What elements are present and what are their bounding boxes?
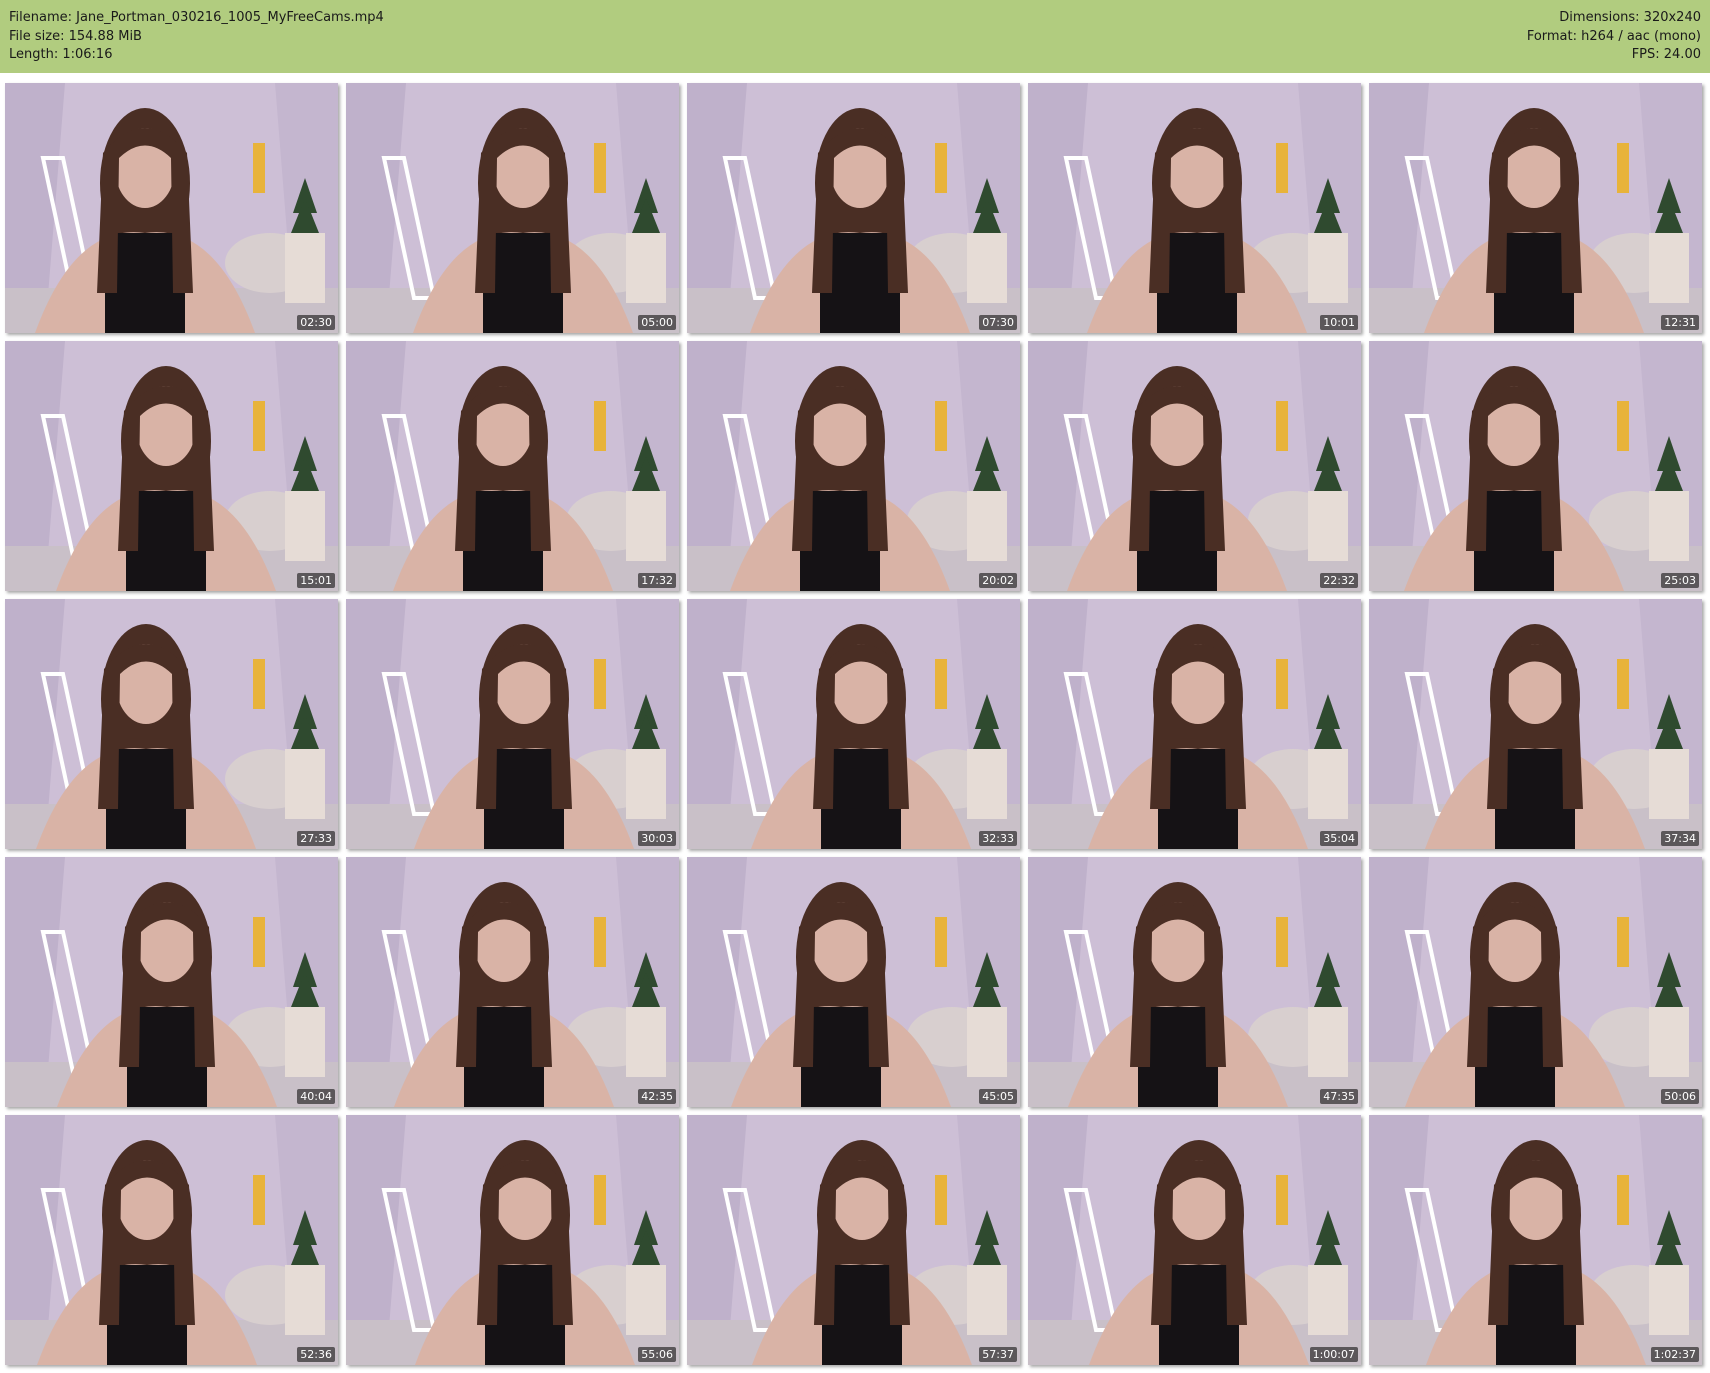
frame-image	[1028, 599, 1361, 849]
video-thumbnail[interactable]: 52:36	[5, 1115, 338, 1365]
dimensions-text: Dimensions: 320x240	[1559, 10, 1701, 25]
frame-image	[687, 341, 1020, 591]
stream-info: Dimensions: 320x240 Format: h264 / aac (…	[1527, 9, 1701, 65]
timestamp-label: 52:36	[297, 1347, 335, 1362]
frame-image	[1028, 857, 1361, 1107]
timestamp-label: 57:37	[979, 1347, 1017, 1362]
video-thumbnail[interactable]: 07:30	[687, 83, 1020, 333]
frame-image	[687, 83, 1020, 333]
timestamp-label: 17:32	[638, 573, 676, 588]
video-thumbnail[interactable]: 45:05	[687, 857, 1020, 1107]
video-thumbnail[interactable]: 35:04	[1028, 599, 1361, 849]
timestamp-label: 40:04	[297, 1089, 335, 1104]
video-thumbnail[interactable]: 22:32	[1028, 341, 1361, 591]
video-thumbnail[interactable]: 37:34	[1369, 599, 1702, 849]
timestamp-label: 45:05	[979, 1089, 1017, 1104]
frame-image	[1028, 341, 1361, 591]
timestamp-label: 30:03	[638, 831, 676, 846]
format-text: Format: h264 / aac (mono)	[1526, 28, 1701, 44]
timestamp-label: 12:31	[1661, 315, 1699, 330]
frame-image	[687, 1115, 1020, 1365]
frame-image	[1369, 341, 1702, 591]
frame-image	[1028, 83, 1361, 333]
frame-image	[346, 599, 679, 849]
timestamp-label: 1:00:07	[1309, 1347, 1358, 1362]
frame-image	[5, 341, 338, 591]
video-thumbnail[interactable]: 1:02:37	[1369, 1115, 1702, 1365]
frame-image	[1028, 1115, 1361, 1365]
frame-image	[1369, 599, 1702, 849]
timestamp-label: 05:00	[638, 315, 676, 330]
timestamp-label: 55:06	[638, 1347, 676, 1362]
frame-image	[5, 857, 338, 1107]
video-thumbnail[interactable]: 25:03	[1369, 341, 1702, 591]
timestamp-label: 32:33	[979, 831, 1017, 846]
timestamp-label: 37:34	[1661, 831, 1699, 846]
timestamp-label: 15:01	[297, 573, 335, 588]
video-thumbnail[interactable]: 15:01	[5, 341, 338, 591]
timestamp-label: 10:01	[1320, 315, 1358, 330]
timestamp-label: 42:35	[638, 1089, 676, 1104]
timestamp-label: 1:02:37	[1650, 1347, 1699, 1362]
timestamp-label: 35:04	[1320, 831, 1358, 846]
video-thumbnail[interactable]: 10:01	[1028, 83, 1361, 333]
video-thumbnail[interactable]: 42:35	[346, 857, 679, 1107]
video-thumbnail[interactable]: 47:35	[1028, 857, 1361, 1107]
frame-image	[5, 599, 338, 849]
info-header: Filename: Jane_Portman_030216_1005_MyFre…	[0, 0, 1710, 73]
video-thumbnail[interactable]: 1:00:07	[1028, 1115, 1361, 1365]
frame-image	[346, 341, 679, 591]
video-thumbnail[interactable]: 32:33	[687, 599, 1020, 849]
video-thumbnail[interactable]: 27:33	[5, 599, 338, 849]
file-info: Filename: Jane_Portman_030216_1005_MyFre…	[9, 9, 384, 65]
frame-image	[1369, 1115, 1702, 1365]
frame-image	[1369, 83, 1702, 333]
timestamp-label: 50:06	[1661, 1089, 1699, 1104]
timestamp-label: 02:30	[297, 315, 335, 330]
frame-image	[687, 599, 1020, 849]
timestamp-label: 47:35	[1320, 1089, 1358, 1104]
video-thumbnail[interactable]: 55:06	[346, 1115, 679, 1365]
video-thumbnail[interactable]: 20:02	[687, 341, 1020, 591]
video-thumbnail[interactable]: 40:04	[5, 857, 338, 1107]
video-thumbnail[interactable]: 02:30	[5, 83, 338, 333]
length-text: Length: 1:06:16	[9, 47, 113, 62]
timestamp-label: 20:02	[979, 573, 1017, 588]
frame-image	[346, 857, 679, 1107]
frame-image	[687, 857, 1020, 1107]
video-thumbnail[interactable]: 05:00	[346, 83, 679, 333]
timestamp-label: 22:32	[1320, 573, 1358, 588]
frame-image	[5, 1115, 338, 1365]
filesize-text: File size: 154.88 MiB	[9, 28, 142, 44]
timestamp-label: 25:03	[1661, 573, 1699, 588]
video-thumbnail[interactable]: 12:31	[1369, 83, 1702, 333]
timestamp-label: 07:30	[979, 315, 1017, 330]
video-thumbnail[interactable]: 50:06	[1369, 857, 1702, 1107]
filename-text: Filename: Jane_Portman_030216_1005_MyFre…	[9, 10, 384, 25]
thumbnail-grid: 02:30 05:00 07:30 10:01 12:31 15:01 17:32 20:02…	[5, 83, 1702, 1365]
fps-text: FPS: 24.00	[1631, 47, 1701, 62]
frame-image	[1369, 857, 1702, 1107]
video-thumbnail[interactable]: 57:37	[687, 1115, 1020, 1365]
frame-image	[346, 83, 679, 333]
video-thumbnail[interactable]: 17:32	[346, 341, 679, 591]
frame-image	[5, 83, 338, 333]
frame-image	[346, 1115, 679, 1365]
video-thumbnail[interactable]: 30:03	[346, 599, 679, 849]
timestamp-label: 27:33	[297, 831, 335, 846]
